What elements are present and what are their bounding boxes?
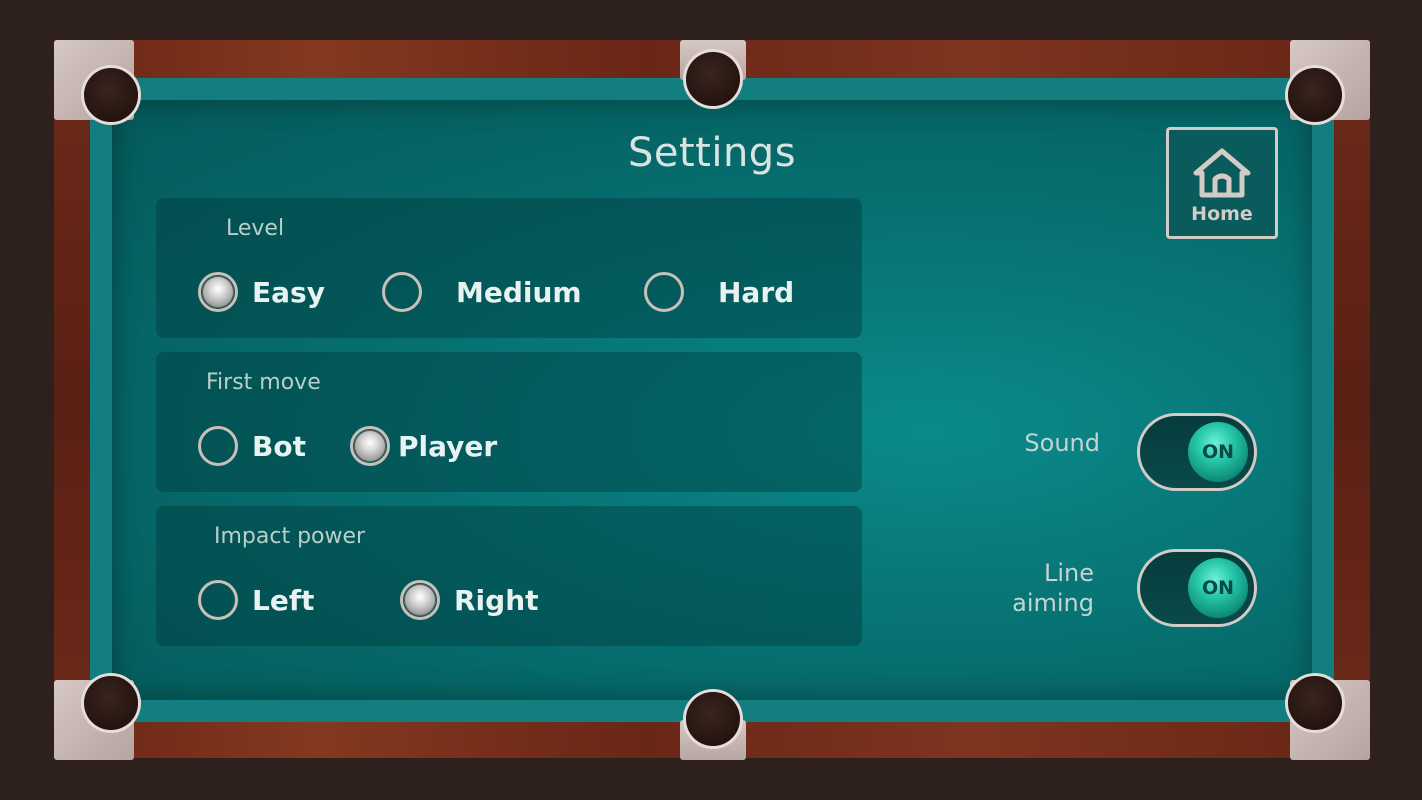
home-icon: [1193, 148, 1251, 198]
line-aiming-toggle-knob: ON: [1188, 558, 1248, 618]
option-label: Hard: [718, 275, 795, 309]
radio-button[interactable]: [198, 426, 238, 466]
pocket-bottom-middle: [686, 692, 740, 746]
line-aiming-toggle[interactable]: ON: [1137, 549, 1257, 627]
option-label: Easy: [252, 275, 325, 309]
option-label: Bot: [252, 429, 306, 463]
pocket-top-right: [1288, 68, 1342, 122]
option-label: Medium: [456, 275, 582, 309]
first-move-panel: First move Bot Player: [156, 352, 862, 492]
first-move-option-bot[interactable]: Bot: [198, 426, 306, 466]
level-label: Level: [226, 216, 285, 241]
line-aiming-label: Line aiming: [990, 558, 1094, 618]
sound-toggle[interactable]: ON: [1137, 413, 1257, 491]
pocket-top-left: [84, 68, 138, 122]
radio-button-checked[interactable]: [350, 426, 390, 466]
home-button[interactable]: Home: [1166, 127, 1278, 239]
pocket-bottom-right: [1288, 676, 1342, 730]
line-aiming-label-line2: aiming: [1012, 589, 1094, 617]
impact-power-panel: Impact power Left Right: [156, 506, 862, 646]
level-option-easy[interactable]: Easy: [198, 272, 325, 312]
pocket-bottom-left: [84, 676, 138, 730]
first-move-label: First move: [206, 370, 321, 395]
level-panel: Level Easy Medium Hard: [156, 198, 862, 338]
sound-toggle-knob: ON: [1188, 422, 1248, 482]
sound-label: Sound: [1024, 429, 1100, 457]
option-label: Left: [252, 583, 315, 617]
option-label: Right: [454, 583, 539, 617]
home-label: Home: [1191, 203, 1253, 225]
level-option-medium[interactable]: Medium: [382, 272, 582, 312]
radio-button[interactable]: [644, 272, 684, 312]
option-label: Player: [398, 429, 498, 463]
radio-button-checked[interactable]: [198, 272, 238, 312]
radio-button[interactable]: [382, 272, 422, 312]
line-aiming-label-line1: Line: [1043, 559, 1094, 587]
page-title: Settings: [627, 130, 797, 176]
radio-button-checked[interactable]: [400, 580, 440, 620]
impact-power-option-right[interactable]: Right: [400, 580, 539, 620]
impact-power-option-left[interactable]: Left: [198, 580, 314, 620]
impact-power-label: Impact power: [214, 524, 366, 549]
first-move-option-player[interactable]: Player: [350, 426, 497, 466]
pocket-top-middle: [686, 52, 740, 106]
radio-button[interactable]: [198, 580, 238, 620]
level-option-hard[interactable]: Hard: [644, 272, 794, 312]
